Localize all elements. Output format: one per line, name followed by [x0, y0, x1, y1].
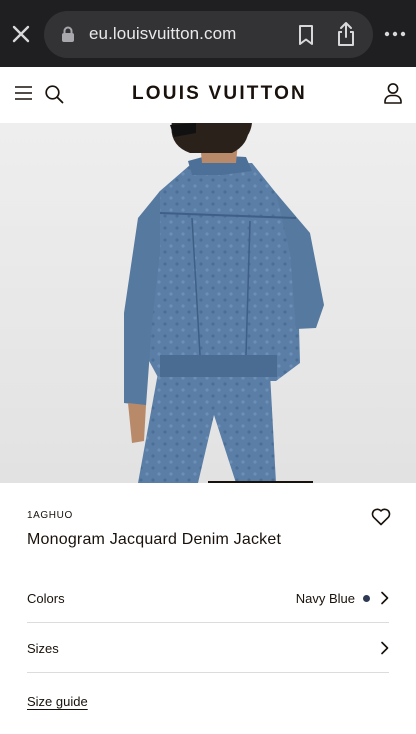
bookmark-icon[interactable] — [295, 23, 317, 47]
selected-color: Navy Blue — [295, 591, 355, 606]
carousel-indicator — [208, 481, 313, 483]
browser-toolbar: eu.louisvuitton.com — [0, 0, 416, 67]
brand-logo[interactable]: LOUIS VUITTON — [132, 83, 307, 105]
site-header: LOUIS VUITTON — [0, 67, 416, 123]
color-swatch — [363, 595, 370, 602]
size-guide-link[interactable]: Size guide — [27, 694, 88, 709]
share-icon[interactable] — [334, 20, 358, 48]
more-icon[interactable] — [383, 27, 407, 39]
chevron-right-icon — [380, 591, 389, 605]
chevron-right-icon — [380, 641, 389, 655]
url-text: eu.louisvuitton.com — [89, 24, 237, 43]
colors-label: Colors — [27, 591, 65, 606]
colors-selector[interactable]: Colors Navy Blue — [27, 573, 389, 623]
address-bar[interactable]: eu.louisvuitton.com — [44, 11, 373, 58]
menu-icon[interactable] — [14, 85, 33, 101]
close-icon[interactable] — [9, 22, 33, 46]
account-icon[interactable] — [383, 82, 403, 104]
search-icon[interactable] — [44, 84, 64, 104]
sizes-selector[interactable]: Sizes — [27, 623, 389, 673]
product-sku: 1AGHUO — [27, 510, 73, 521]
lock-icon — [61, 26, 75, 42]
product-image[interactable] — [0, 123, 416, 483]
heart-icon[interactable] — [371, 507, 391, 526]
product-title: Monogram Jacquard Denim Jacket — [27, 531, 282, 548]
sizes-label: Sizes — [27, 641, 59, 656]
